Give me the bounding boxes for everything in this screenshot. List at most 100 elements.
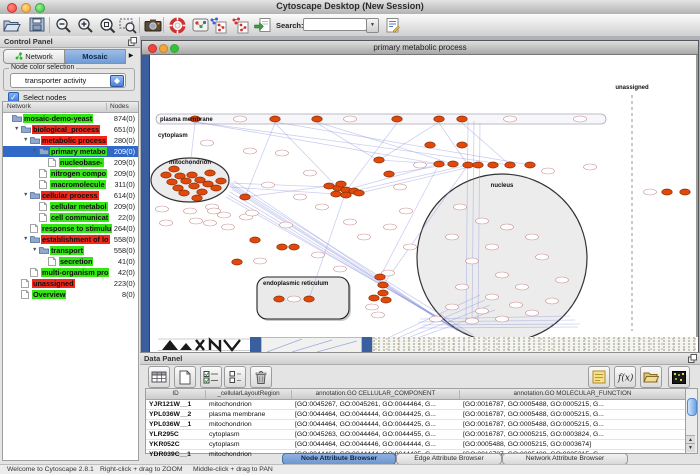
scroll-down-button[interactable]: ▼ [686, 443, 695, 452]
network-node[interactable] [505, 162, 515, 168]
network-node[interactable] [354, 190, 364, 196]
delete-attribute-icon[interactable] [250, 366, 272, 388]
zoom-out-icon[interactable] [53, 15, 73, 35]
expand-triangle-icon[interactable]: ▼ [23, 135, 30, 146]
search-dropdown-button[interactable]: ▼ [366, 18, 379, 33]
save-icon[interactable] [27, 15, 47, 35]
zoom-region-icon[interactable] [118, 15, 138, 35]
network-node-unselected[interactable] [316, 204, 329, 210]
network-node[interactable] [181, 178, 191, 184]
network-window-titlebar[interactable]: primary metabolic process [142, 41, 698, 55]
network-node[interactable] [463, 162, 473, 168]
tree-row[interactable]: nucleobase-209(0) [3, 157, 138, 168]
tree-row[interactable]: ▼biological_process651(0) [3, 124, 138, 135]
tree-row[interactable]: unassigned223(0) [3, 278, 138, 289]
network-node[interactable] [378, 282, 388, 288]
network-node[interactable] [457, 142, 467, 148]
network-from-selection-edges-icon[interactable] [230, 15, 250, 35]
notes-icon[interactable] [588, 366, 610, 388]
network-node[interactable] [434, 116, 444, 122]
network-node[interactable] [274, 296, 284, 302]
tree-row[interactable]: ▼metabolic process280(0) [3, 135, 138, 146]
tree-row[interactable]: macromolecule311(0) [3, 179, 138, 190]
network-node-unselected[interactable] [496, 316, 509, 322]
matrix-icon[interactable] [668, 366, 690, 388]
tree-row[interactable]: nitrogen compo209(0) [3, 168, 138, 179]
expand-triangle-icon[interactable]: ▼ [23, 234, 30, 245]
network-node-unselected[interactable] [190, 218, 203, 224]
network-node[interactable] [187, 172, 197, 178]
attribute-table-icon[interactable] [148, 366, 170, 388]
network-node-unselected[interactable] [218, 212, 231, 218]
network-node[interactable] [384, 171, 394, 177]
network-node-unselected[interactable] [304, 170, 317, 176]
network-node-unselected[interactable] [288, 296, 301, 302]
network-node[interactable] [680, 189, 690, 195]
search-input[interactable] [303, 18, 367, 31]
network-node[interactable] [369, 295, 379, 301]
node-color-dropdown[interactable]: transporter activity [10, 73, 126, 88]
network-node-unselected[interactable] [516, 284, 529, 290]
network-node[interactable] [473, 162, 483, 168]
network-node[interactable] [270, 116, 280, 122]
network-node-unselected[interactable] [344, 219, 357, 225]
network-node[interactable] [192, 195, 202, 201]
network-node-unselected[interactable] [430, 316, 443, 322]
network-node-unselected[interactable] [456, 284, 469, 290]
network-node-unselected[interactable] [246, 210, 259, 216]
network-node[interactable] [336, 181, 346, 187]
network-node[interactable] [161, 172, 171, 178]
float-panel-icon[interactable] [128, 37, 137, 46]
network-node-unselected[interactable] [394, 184, 407, 190]
network-node-unselected[interactable] [276, 150, 289, 156]
network-node[interactable] [525, 162, 535, 168]
network-node[interactable] [662, 189, 672, 195]
network-node-unselected[interactable] [156, 206, 169, 212]
network-node[interactable] [381, 297, 391, 303]
network-node-unselected[interactable] [584, 164, 597, 170]
network-node-unselected[interactable] [204, 220, 217, 226]
network-node-unselected[interactable] [160, 220, 173, 226]
network-node-unselected[interactable] [546, 298, 559, 304]
table-row[interactable]: YPL036W__2plasma membrane[GO:0044464, GO… [146, 410, 686, 420]
network-node-unselected[interactable] [496, 272, 509, 278]
network-node-unselected[interactable] [556, 277, 569, 283]
network-node-unselected[interactable] [222, 224, 235, 230]
network-from-selection-nodes-icon[interactable] [208, 15, 228, 35]
network-node-unselected[interactable] [454, 204, 467, 210]
network-node[interactable] [169, 166, 179, 172]
tree-row[interactable]: ▼transport558(0) [3, 245, 138, 256]
network-node-unselected[interactable] [404, 244, 417, 250]
network-node-unselected[interactable] [446, 234, 459, 240]
network-node-unselected[interactable] [184, 208, 197, 214]
network-node-unselected[interactable] [366, 304, 379, 310]
tree-row[interactable]: multi-organism pro42(0) [3, 267, 138, 278]
network-node-unselected[interactable] [486, 294, 499, 300]
network-node-unselected[interactable] [574, 116, 587, 122]
network-node[interactable] [341, 192, 351, 198]
network-node[interactable] [488, 162, 498, 168]
network-node[interactable] [216, 178, 226, 184]
network-node-unselected[interactable] [466, 318, 479, 324]
unselect-attributes-icon[interactable] [224, 366, 246, 388]
tree-row[interactable]: cellular metabol209(0) [3, 201, 138, 212]
annotation-icon[interactable] [383, 15, 403, 35]
scrollbar-thumb[interactable] [687, 398, 697, 416]
tree-row[interactable]: Overview8(0) [3, 289, 138, 300]
network-node-unselected[interactable] [344, 116, 357, 122]
tab-mosaic[interactable]: Mosaic [64, 49, 126, 64]
tree-row[interactable]: cell communicat22(0) [3, 212, 138, 223]
table-row[interactable]: YKR052Ccytoplasm[GO:0044464, GO:0044446,… [146, 440, 686, 450]
network-node-unselected[interactable] [254, 258, 267, 264]
snapshot-icon[interactable] [143, 15, 163, 35]
tab-overflow-arrow[interactable]: ▶ [126, 51, 136, 61]
tree-row[interactable]: response to stimulu264(0) [3, 223, 138, 234]
tree-row[interactable]: mosaic-demo-yeast874(0) [3, 113, 138, 124]
network-node-unselected[interactable] [486, 244, 499, 250]
column-header[interactable]: annotation.GO MOLECULAR_FUNCTION [460, 390, 686, 399]
table-row[interactable]: YLR295Ccytoplasm[GO:0045263, GO:0044464,… [146, 430, 686, 440]
open-icon[interactable] [2, 15, 22, 35]
network-node[interactable] [250, 237, 260, 243]
network-node[interactable] [374, 157, 384, 163]
network-node-unselected[interactable] [294, 194, 307, 200]
